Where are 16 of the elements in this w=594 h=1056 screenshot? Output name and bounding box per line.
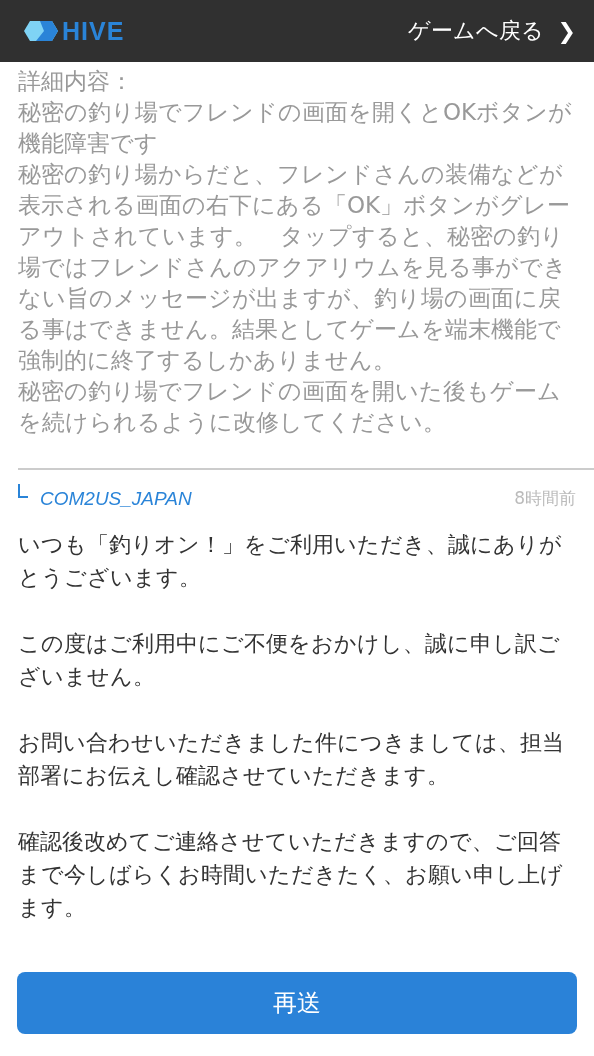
inquiry-text: 秘密の釣り場からだと、フレンドさんの装備などが表示される画面の右下にある「OK」ボタンがグレーアウトされています。 タップすると、秘密の釣り場ではフレンドさんのアクアリウムを見る事ができない旨のメッセージが出ますが、釣り場の画面に戻る事はできません。結果としてゲームを端末機能で強制的に終了するしかありません。: [18, 160, 572, 375]
reply-text: いつも「釣りオン！」をご利用いただき、誠にありがとうございます。: [18, 531, 563, 592]
reply-time: 8時間前: [514, 487, 576, 510]
reply-text: 確認後改めてご連絡させていただきますので、ご回答まで今しばらくお時間いただきたく、お願い申し上げます。: [18, 828, 564, 922]
reply-text: お問い合わせいただきました件につきましては、担当部署にお伝えし確認させていただきます。: [18, 729, 565, 790]
inquiry-text: 秘密の釣り場でフレンドの画面を開いた後もゲームを続けられるように改修してください。: [18, 377, 562, 437]
reply-author: COM2US_JAPAN: [40, 488, 192, 510]
logo-text: HIVE: [62, 16, 125, 46]
logo-icon: [24, 21, 58, 41]
inquiry-text: 秘密の釣り場でフレンドの画面を開くとOKボタンが機能障害です: [18, 98, 574, 158]
reply-text: この度はご利用中にご不便をおかけし、誠に申し訳ございません。: [18, 630, 561, 691]
chevron-icon: ❯: [557, 18, 576, 44]
inquiry-text: 詳細内容：: [18, 67, 134, 96]
reply-corner-icon: [18, 484, 28, 498]
resend-button[interactable]: 再送: [17, 972, 577, 1034]
back-to-game-link[interactable]: ゲームへ戻る ❯: [407, 16, 576, 46]
